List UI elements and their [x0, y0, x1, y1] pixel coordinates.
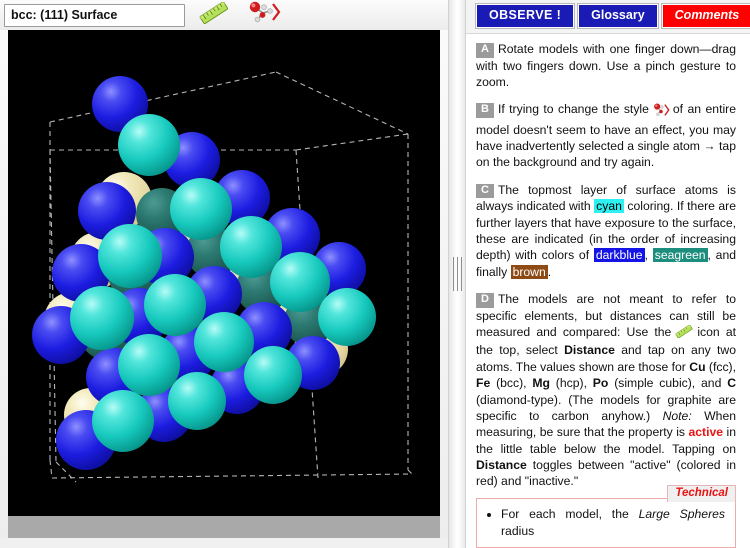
lattice-atom-surface	[170, 178, 232, 240]
model-properties-strip[interactable]	[8, 516, 440, 538]
note-tag-b: B	[476, 103, 494, 118]
note-b: B If trying to change the style of an enti…	[476, 101, 736, 170]
highlight-seagreen: seagreen	[652, 248, 708, 263]
lattice-atom-surface	[118, 114, 180, 176]
note-d-p6: (hcp),	[555, 376, 587, 391]
note-d-b7: Distance	[476, 457, 527, 472]
note-d-b5: Po	[592, 376, 609, 391]
lattice-atom-surface	[318, 288, 376, 346]
note-b-text-before: If trying to change the style	[497, 102, 649, 117]
technical-b1-p1: For each model, the	[501, 507, 629, 522]
note-d-b4: Mg	[532, 376, 550, 391]
ruler-measure-icon	[673, 324, 695, 342]
technical-b1-i: Large Spheres	[638, 507, 725, 522]
pane-drag-handle[interactable]	[452, 257, 462, 291]
list-item: For each model, the Large Spheres radius	[501, 506, 725, 539]
lattice-atom-surface	[244, 346, 302, 404]
note-d-b1: Distance	[564, 343, 615, 358]
note-a: A Rotate models with one finger down—drag…	[476, 41, 736, 90]
note-c: C The topmost layer of surface atoms is a…	[476, 182, 736, 280]
crystal-lattice-scene	[8, 30, 440, 516]
note-d-p4: (fcc),	[708, 359, 736, 374]
info-pane: OBSERVE ! Glossary Comments A Rotate mode…	[466, 0, 750, 548]
note-c-sep1: ,	[644, 248, 648, 263]
ruler-measure-icon[interactable]	[197, 0, 231, 29]
technical-b1-p2: radius	[501, 523, 535, 538]
technical-section: Technical For each model, the Large Sphe…	[476, 485, 736, 548]
note-d-p8: (diamond-type). (The models for graphite…	[476, 392, 736, 423]
note-d-i1: Note:	[662, 408, 692, 423]
pane-footer	[0, 538, 448, 548]
observe-notes: A Rotate models with one finger down—drag…	[466, 34, 750, 497]
lattice-atom-surface	[92, 390, 154, 452]
lattice-atom-surface	[98, 224, 162, 288]
highlight-brown: brown	[510, 264, 548, 279]
highlight-cyan: cyan	[594, 199, 624, 214]
model-toolbar	[0, 0, 448, 30]
note-tag-c: C	[476, 183, 494, 199]
pane-splitter[interactable]	[448, 0, 466, 548]
tab-comments[interactable]: Comments	[661, 4, 750, 28]
note-d-b3: Fe	[476, 376, 491, 391]
note-d-b6: C	[727, 376, 736, 391]
note-d-p7: (simple cubic), and	[614, 376, 722, 391]
molecule-style-icon[interactable]	[243, 1, 283, 30]
note-tag-a: A	[476, 42, 494, 58]
molecule-style-icon	[651, 103, 671, 121]
app-root: OBSERVE ! Glossary Comments ARotate mode…	[0, 0, 750, 548]
technical-label: Technical	[667, 485, 736, 503]
note-d-active: active	[688, 425, 724, 440]
tab-observe[interactable]: OBSERVE !	[476, 4, 575, 28]
model-viewport-3d[interactable]	[8, 30, 440, 516]
note-d-p5: (bcc),	[496, 376, 527, 391]
lattice-atom-surface	[168, 372, 226, 430]
technical-box: For each model, the Large Spheres radius	[476, 498, 736, 548]
note-c-p4: .	[547, 264, 552, 279]
note-tag-d: D	[476, 293, 494, 308]
lattice-atom-surface	[70, 286, 134, 350]
highlight-darkblue: darkblue	[593, 248, 645, 263]
info-tabbar: OBSERVE ! Glossary Comments	[466, 0, 750, 34]
note-d: D The models are not meant to refer to sp…	[476, 291, 736, 490]
note-a-text: Rotate models with one finger down—drag …	[476, 41, 736, 89]
model-name-input[interactable]	[4, 3, 185, 27]
tab-glossary[interactable]: Glossary	[578, 4, 658, 28]
model-pane	[0, 0, 448, 548]
lattice-atom-surface	[194, 312, 254, 372]
note-d-b2: Cu	[689, 359, 706, 374]
